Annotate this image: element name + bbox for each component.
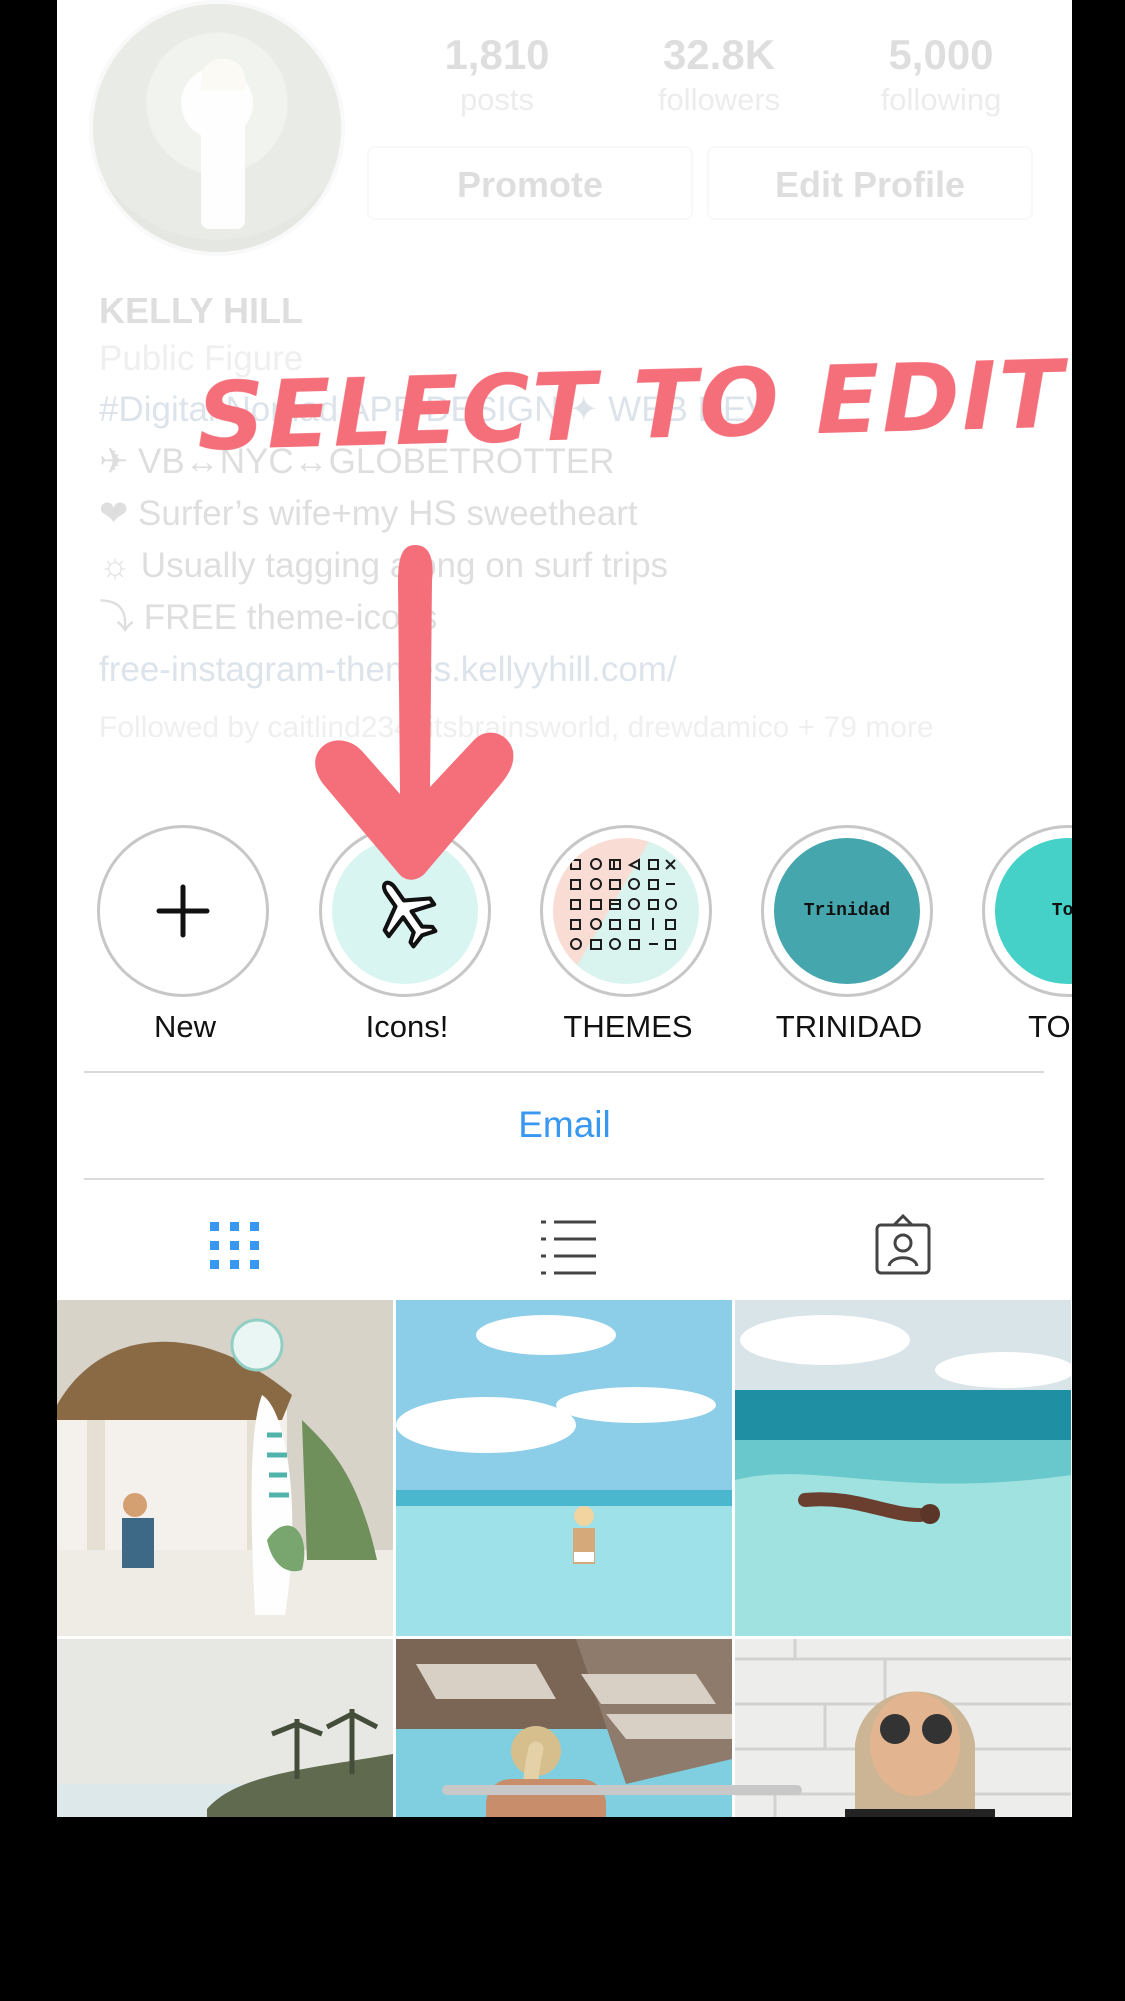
home-indicator[interactable] [442, 1785, 802, 1795]
tagged-icon[interactable] [867, 1210, 937, 1280]
followers-count: 32.8K [662, 31, 776, 78]
plus-icon [110, 838, 256, 984]
story-highlights: New Icons! THEMES Trinidad TRINIDAD To T… [57, 825, 1072, 1055]
instagram-profile-screen: 1,810 posts 32.8K followers 5,000 follow… [57, 0, 1072, 1817]
highlight-new[interactable]: New [97, 825, 273, 1045]
posts-stat[interactable]: 1,810 posts [407, 28, 587, 118]
highlight-toba-ring[interactable]: Tob [982, 825, 1072, 997]
trinidad-cover-text: Trinidad [803, 901, 891, 921]
following-label: following [880, 82, 1002, 117]
promote-button[interactable]: Promote [367, 146, 693, 220]
followers-stat[interactable]: 32.8K followers [629, 28, 809, 118]
highlight-themes-ring[interactable] [540, 825, 712, 997]
photo-beach-palms[interactable] [57, 1639, 393, 1817]
profile-tabs [57, 1186, 1072, 1298]
profile-name: KELLY HILL [99, 290, 304, 331]
divider-bottom [84, 1178, 1044, 1180]
email-button[interactable]: Email [57, 1075, 1072, 1175]
profile-stats: 1,810 posts 32.8K followers 5,000 follow… [407, 28, 1072, 128]
highlight-label-toba: TOBA [1028, 1009, 1072, 1044]
posts-count: 1,810 [444, 31, 550, 78]
photo-ocean-swimming[interactable] [735, 1300, 1071, 1636]
edit-profile-button[interactable]: Edit Profile [707, 146, 1033, 220]
select-to-edit-title: SELECT TO EDIT [195, 340, 1067, 473]
followed-by-text[interactable]: Followed by caitlind234, itsbrainsworld,… [99, 708, 1029, 748]
highlight-trinidad-ring[interactable]: Trinidad [761, 825, 933, 997]
highlight-label-themes: THEMES [563, 1009, 693, 1044]
bio-line-3: ❤ Surfer’s wife+my HS sweetheart [99, 494, 638, 533]
highlight-toba[interactable]: Tob TOBA [982, 825, 1072, 1045]
themes-grid-icon [553, 838, 699, 984]
following-stat[interactable]: 5,000 following [851, 28, 1031, 118]
highlight-themes[interactable]: THEMES [540, 825, 716, 1045]
highlight-toba-cover: Tob [995, 838, 1072, 984]
highlight-label-new: New [153, 1009, 216, 1044]
highlight-new-ring[interactable] [97, 825, 269, 997]
grid-icon[interactable] [200, 1210, 270, 1280]
highlight-trinidad[interactable]: Trinidad TRINIDAD [761, 825, 937, 1045]
posts-label: posts [459, 82, 535, 117]
list-icon[interactable] [533, 1210, 603, 1280]
bio-line-5: ⤵ FREE theme-icons [99, 598, 438, 637]
bio-line-4: ☼ Usually tagging along on surf trips [99, 546, 669, 585]
followers-label: followers [657, 82, 781, 117]
photo-ocean-standing[interactable] [396, 1300, 732, 1636]
avatar-person [201, 59, 245, 229]
divider-top [84, 1071, 1044, 1073]
profile-link[interactable]: free-instagram-themes.kellyyhill.com/ [99, 644, 1029, 696]
photo-tulum-hut[interactable] [57, 1300, 393, 1636]
highlight-label-trinidad: TRINIDAD [775, 1009, 923, 1044]
highlight-label-icons: Icons! [365, 1009, 449, 1044]
highlight-trinidad-cover: Trinidad [774, 838, 920, 984]
profile-avatar[interactable] [89, 0, 345, 256]
down-arrow-icon [315, 545, 514, 880]
toba-cover-text: Tob [1051, 901, 1072, 921]
following-count: 5,000 [888, 31, 994, 78]
